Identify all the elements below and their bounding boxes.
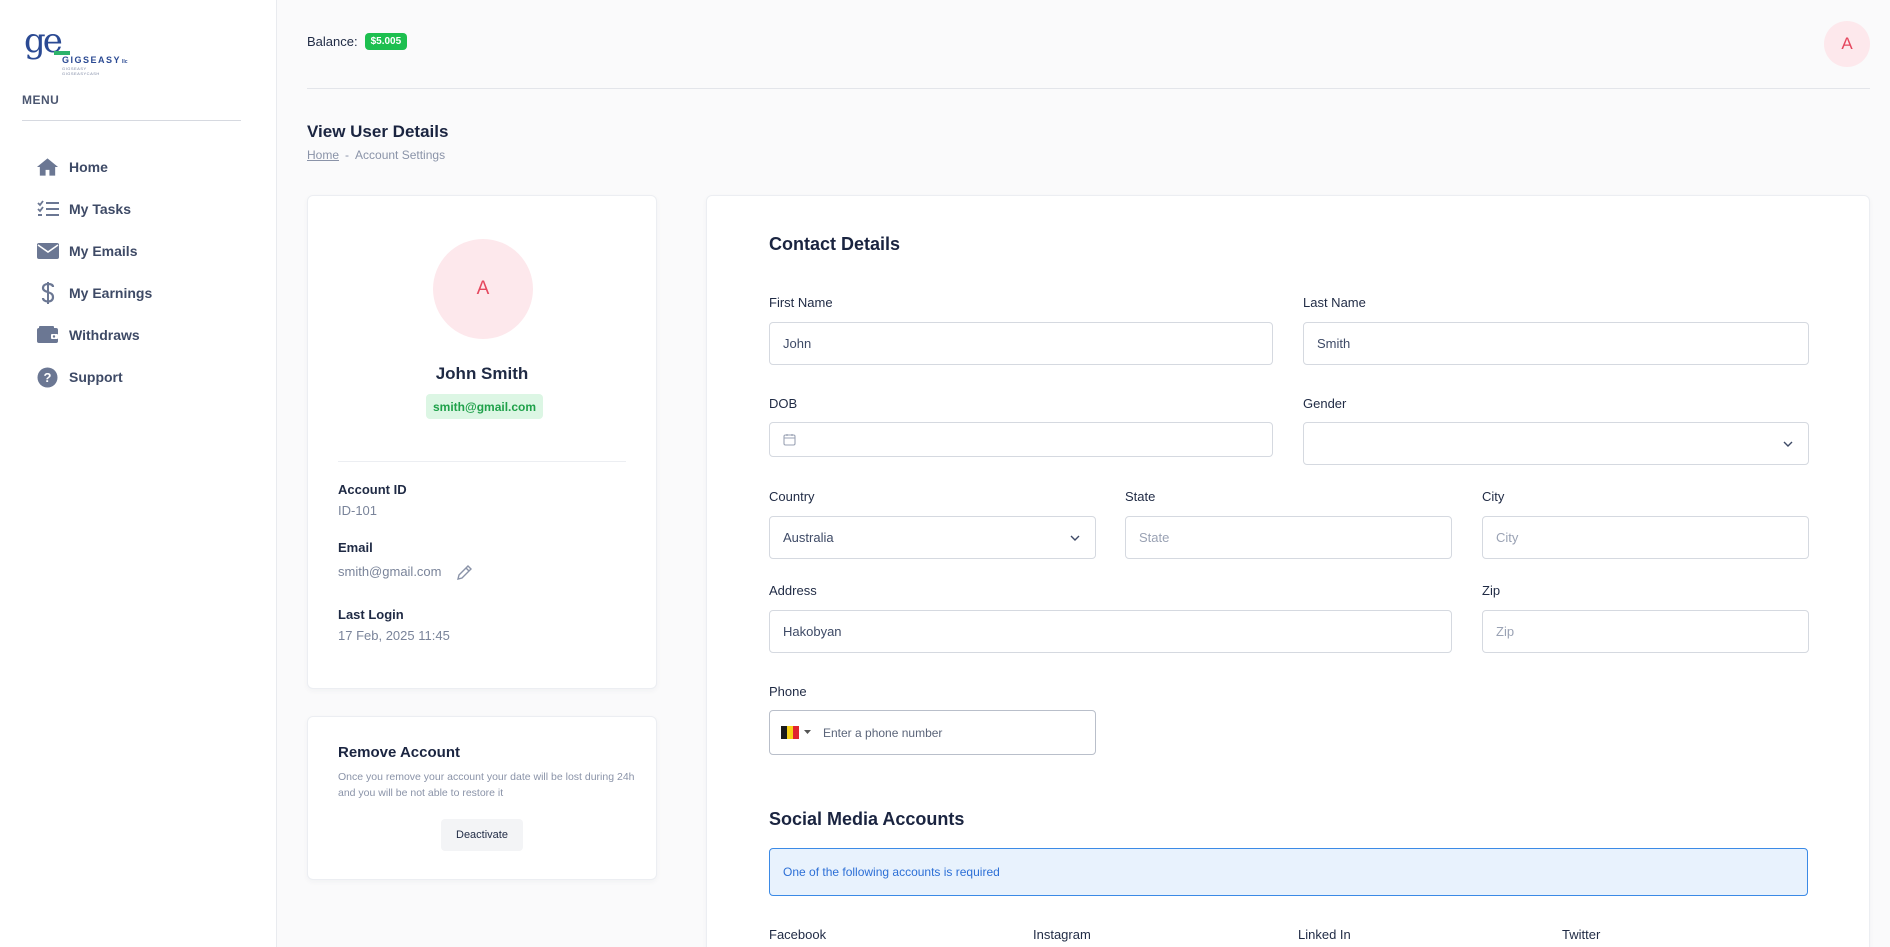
tasks-icon (36, 198, 59, 221)
remove-account-title: Remove Account (338, 744, 460, 761)
contact-details-title: Contact Details (769, 234, 901, 254)
brand-word: GIGSEASYllc (62, 55, 128, 65)
account-id-label: Account ID (338, 482, 407, 497)
country-value: Australia (783, 530, 834, 545)
twitter-label: Twitter (1562, 927, 1601, 942)
zip-label: Zip (1482, 583, 1501, 598)
country-flag-dropdown[interactable] (781, 726, 799, 739)
sidebar-item-label: Support (69, 369, 123, 385)
sidebar: ge GIGSEASYllc GIGSEASY GIGSEASYCASH MEN… (0, 0, 277, 947)
flag-stripe (793, 726, 799, 739)
balance: Balance: $5.005 (307, 33, 408, 50)
account-id-value: ID-101 (338, 503, 378, 518)
dob-date-input[interactable] (769, 422, 1273, 457)
profile-avatar: A (433, 239, 533, 339)
brand-tagline: GIGSEASY GIGSEASYCASH (62, 66, 100, 76)
user-avatar-button[interactable]: A (1824, 21, 1870, 67)
phone-input[interactable]: Enter a phone number (769, 710, 1096, 755)
last-login-label: Last Login (338, 607, 404, 622)
zip-input[interactable]: Zip (1482, 610, 1809, 653)
dob-label: DOB (769, 396, 798, 411)
remove-account-description: Once you remove your account your date w… (338, 771, 635, 799)
state-label: State (1125, 489, 1156, 504)
profile-name: John Smith (435, 364, 529, 383)
chevron-down-icon (1069, 532, 1081, 544)
breadcrumb: Home - Account Settings (307, 148, 445, 162)
caret-down-icon (804, 730, 811, 735)
country-label: Country (769, 489, 815, 504)
profile-card: A John Smith smith@gmail.com Account ID … (307, 195, 657, 689)
last-name-label: Last Name (1303, 295, 1366, 310)
phone-label: Phone (769, 684, 807, 699)
chevron-down-icon (1782, 438, 1794, 450)
sidebar-item-withdraws[interactable]: Withdraws (36, 314, 256, 356)
calendar-icon (783, 433, 796, 446)
wallet-icon (36, 324, 59, 347)
sidebar-item-label: Withdraws (69, 327, 140, 343)
remove-account-card: Remove Account Once you remove your acco… (307, 716, 657, 880)
phone-placeholder: Enter a phone number (823, 725, 943, 740)
breadcrumb-current: Account Settings (355, 148, 446, 162)
social-required-notice: One of the following accounts is require… (769, 848, 1808, 896)
email-label: Email (338, 540, 373, 555)
first-name-label: First Name (769, 295, 833, 310)
instagram-label: Instagram (1033, 927, 1091, 942)
mail-icon (36, 240, 59, 263)
dollar-icon (36, 282, 59, 305)
balance-badge: $5.005 (364, 33, 408, 50)
page-title: View User Details (307, 122, 449, 141)
sidebar-item-my-tasks[interactable]: My Tasks (36, 188, 256, 230)
sidebar-nav: Home My Tasks My Emails My Earnings With… (36, 146, 256, 398)
city-input[interactable]: City (1482, 516, 1809, 559)
breadcrumb-home-link[interactable]: Home (307, 148, 339, 162)
last-login-value: 17 Feb, 2025 11:45 (338, 628, 450, 643)
facebook-label: Facebook (769, 927, 827, 942)
state-input[interactable]: State (1125, 516, 1452, 559)
sidebar-item-label: My Emails (69, 243, 138, 259)
sidebar-item-my-earnings[interactable]: My Earnings (36, 272, 256, 314)
gender-select[interactable] (1303, 422, 1809, 465)
sidebar-item-support[interactable]: ? Support (36, 356, 256, 398)
help-icon: ? (36, 366, 59, 389)
menu-divider (22, 120, 241, 121)
address-input[interactable]: Hakobyan (769, 610, 1452, 653)
sidebar-item-label: My Earnings (69, 285, 153, 301)
home-icon (36, 156, 59, 179)
contact-details-card: Contact Details First Name John Last Nam… (706, 195, 1870, 947)
country-select[interactable]: Australia (769, 516, 1096, 559)
menu-label: MENU (22, 93, 60, 107)
social-accounts-title: Social Media Accounts (769, 809, 965, 829)
first-name-input[interactable]: John (769, 322, 1273, 365)
sidebar-item-label: Home (69, 159, 108, 175)
sidebar-item-home[interactable]: Home (36, 146, 256, 188)
email-value: smith@gmail.com (338, 564, 442, 579)
profile-divider (338, 461, 626, 462)
address-label: Address (769, 583, 817, 598)
balance-label: Balance: (307, 34, 358, 49)
sidebar-item-my-emails[interactable]: My Emails (36, 230, 256, 272)
deactivate-button[interactable]: Deactivate (441, 819, 523, 851)
gender-label: Gender (1303, 396, 1347, 411)
sidebar-item-label: My Tasks (69, 201, 131, 217)
topbar: Balance: $5.005 A (307, 0, 1870, 89)
edit-email-icon[interactable] (455, 564, 473, 582)
linkedin-label: Linked In (1298, 927, 1351, 942)
profile-email-badge: smith@gmail.com (426, 394, 544, 419)
city-label: City (1482, 489, 1505, 504)
svg-text:?: ? (44, 370, 52, 385)
brand-logo[interactable]: ge GIGSEASYllc GIGSEASY GIGSEASYCASH (24, 24, 128, 76)
breadcrumb-separator: - (345, 148, 350, 162)
last-name-input[interactable]: Smith (1303, 322, 1809, 365)
